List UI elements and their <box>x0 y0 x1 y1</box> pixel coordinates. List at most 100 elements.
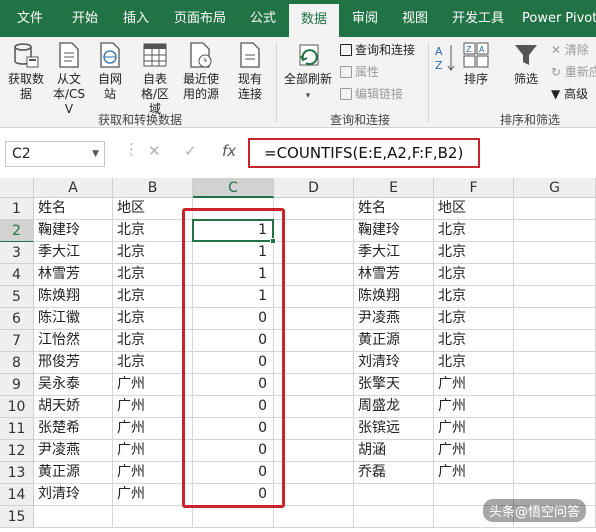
cell-d1[interactable] <box>274 198 354 220</box>
tab-view[interactable]: 视图 <box>390 0 440 37</box>
from-table-button[interactable]: 自表格/区域 <box>132 41 178 117</box>
cell-d10[interactable] <box>274 396 354 418</box>
cell-e9[interactable]: 张擎天 <box>354 374 434 396</box>
column-header-d[interactable]: D <box>274 178 354 198</box>
tab-insert[interactable]: 插入 <box>110 0 162 37</box>
cell-a3[interactable]: 季大江 <box>34 242 113 264</box>
tab-review[interactable]: 审阅 <box>340 0 390 37</box>
cell-e5[interactable]: 陈焕翔 <box>354 286 434 308</box>
cell-g2[interactable] <box>514 220 596 242</box>
cell-c11[interactable]: 0 <box>193 418 274 440</box>
cell-b9[interactable]: 广州 <box>113 374 193 396</box>
fx-icon[interactable]: fx <box>222 142 236 160</box>
cell-c3[interactable]: 1 <box>193 242 274 264</box>
cell-f10[interactable]: 广州 <box>434 396 514 418</box>
cell-b13[interactable]: 广州 <box>113 462 193 484</box>
tab-page-layout[interactable]: 页面布局 <box>162 0 238 37</box>
row-header[interactable]: 3 <box>0 242 34 264</box>
cell-b11[interactable]: 广州 <box>113 418 193 440</box>
row-header[interactable]: 11 <box>0 418 34 440</box>
cell-e13[interactable]: 乔磊 <box>354 462 434 484</box>
cell-b8[interactable]: 北京 <box>113 352 193 374</box>
fill-handle[interactable] <box>270 238 276 244</box>
get-data-button[interactable]: 获取数据 <box>4 41 48 102</box>
column-header-g[interactable]: G <box>514 178 596 198</box>
row-header[interactable]: 10 <box>0 396 34 418</box>
cell-c13[interactable]: 0 <box>193 462 274 484</box>
cell-d14[interactable] <box>274 484 354 506</box>
cell-e14[interactable] <box>354 484 434 506</box>
cell-d8[interactable] <box>274 352 354 374</box>
cell-a2[interactable]: 鞠建玲 <box>34 220 113 242</box>
cell-a6[interactable]: 陈江徽 <box>34 308 113 330</box>
cell-a15[interactable] <box>34 506 113 528</box>
row-header[interactable]: 2 <box>0 220 34 242</box>
filter-button[interactable]: 筛选 <box>508 41 544 87</box>
cell-f11[interactable]: 广州 <box>434 418 514 440</box>
cell-f4[interactable]: 北京 <box>434 264 514 286</box>
cell-d9[interactable] <box>274 374 354 396</box>
row-header[interactable]: 14 <box>0 484 34 506</box>
cell-e1[interactable]: 姓名 <box>354 198 434 220</box>
row-header[interactable]: 6 <box>0 308 34 330</box>
select-all-corner[interactable] <box>0 178 34 198</box>
cell-g11[interactable] <box>514 418 596 440</box>
cell-c14[interactable]: 0 <box>193 484 274 506</box>
cell-b4[interactable]: 北京 <box>113 264 193 286</box>
recent-sources-button[interactable]: 最近使用的源 <box>180 41 222 102</box>
row-header[interactable]: 1 <box>0 198 34 220</box>
cell-g7[interactable] <box>514 330 596 352</box>
cell-f12[interactable]: 广州 <box>434 440 514 462</box>
cell-c2[interactable]: 1 <box>193 220 274 242</box>
cell-f8[interactable]: 北京 <box>434 352 514 374</box>
column-header-e[interactable]: E <box>354 178 434 198</box>
name-box[interactable]: C2 ▼ <box>5 141 105 167</box>
cell-e4[interactable]: 林雪芳 <box>354 264 434 286</box>
cell-d15[interactable] <box>274 506 354 528</box>
refresh-all-button[interactable]: 全部刷新 ▾ <box>282 41 334 104</box>
existing-connections-button[interactable]: 现有连接 <box>228 41 272 102</box>
column-header-b[interactable]: B <box>113 178 193 198</box>
cell-c4[interactable]: 1 <box>193 264 274 286</box>
cell-f6[interactable]: 北京 <box>434 308 514 330</box>
sort-button[interactable]: ZA 排序 <box>460 41 492 87</box>
cancel-icon[interactable]: ✕ <box>148 142 161 160</box>
cell-e11[interactable]: 张镔远 <box>354 418 434 440</box>
cell-b6[interactable]: 北京 <box>113 308 193 330</box>
from-text-csv-button[interactable]: 从文本/CSV <box>50 41 88 117</box>
cell-e6[interactable]: 尹凌燕 <box>354 308 434 330</box>
cell-c8[interactable]: 0 <box>193 352 274 374</box>
cell-c6[interactable]: 0 <box>193 308 274 330</box>
tab-home[interactable]: 开始 <box>60 0 110 37</box>
cell-d6[interactable] <box>274 308 354 330</box>
sort-asc-button[interactable]: AZ <box>432 41 458 79</box>
cell-c15[interactable] <box>193 506 274 528</box>
cell-b14[interactable]: 广州 <box>113 484 193 506</box>
row-header[interactable]: 9 <box>0 374 34 396</box>
cell-g13[interactable] <box>514 462 596 484</box>
cell-g8[interactable] <box>514 352 596 374</box>
cell-c9[interactable]: 0 <box>193 374 274 396</box>
cell-a10[interactable]: 胡天娇 <box>34 396 113 418</box>
cell-g1[interactable] <box>514 198 596 220</box>
row-header[interactable]: 13 <box>0 462 34 484</box>
row-header[interactable]: 5 <box>0 286 34 308</box>
cell-c1[interactable] <box>193 198 274 220</box>
from-web-button[interactable]: 自网站 <box>92 41 128 102</box>
cell-a13[interactable]: 黄正源 <box>34 462 113 484</box>
cell-g9[interactable] <box>514 374 596 396</box>
cell-f2[interactable]: 北京 <box>434 220 514 242</box>
cell-a14[interactable]: 刘清玲 <box>34 484 113 506</box>
cell-g10[interactable] <box>514 396 596 418</box>
tab-data[interactable]: 数据 <box>289 4 339 37</box>
row-header[interactable]: 4 <box>0 264 34 286</box>
column-header-a[interactable]: A <box>34 178 113 198</box>
cell-d4[interactable] <box>274 264 354 286</box>
chevron-down-icon[interactable]: ▼ <box>92 142 99 166</box>
cell-g3[interactable] <box>514 242 596 264</box>
edit-links-button[interactable]: 编辑链接 <box>340 84 403 104</box>
row-header[interactable]: 15 <box>0 506 34 528</box>
cell-d12[interactable] <box>274 440 354 462</box>
cell-e7[interactable]: 黄正源 <box>354 330 434 352</box>
cell-f7[interactable]: 北京 <box>434 330 514 352</box>
